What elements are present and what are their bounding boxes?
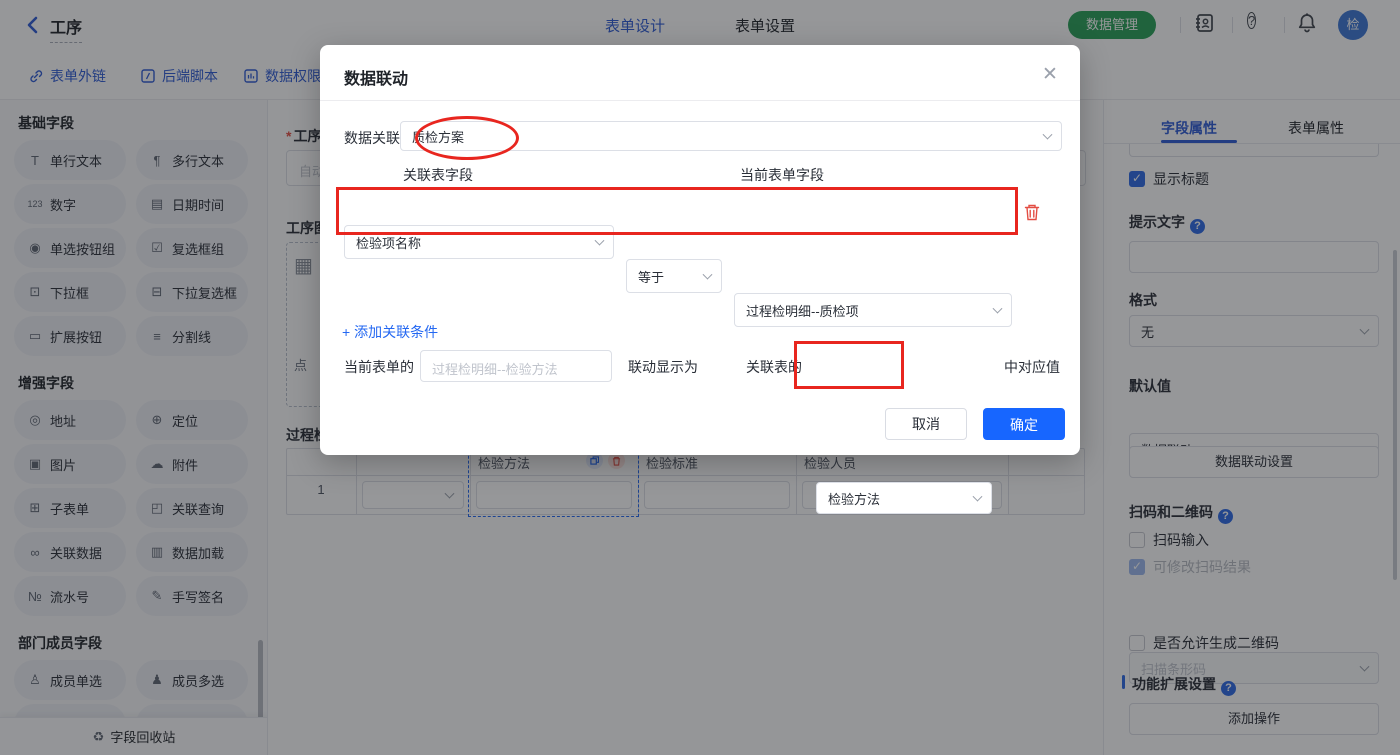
app-root: 工序 表单设计 表单设置 数据管理 ? 检 表单外链 后端脚本 数据权限 基础字… — [0, 0, 1400, 755]
delete-condition-icon[interactable] — [1024, 203, 1040, 226]
chevron-down-icon — [594, 235, 605, 246]
divider — [320, 100, 1080, 101]
confirm-button[interactable]: 确定 — [983, 408, 1065, 440]
related-field-select[interactable]: 检验方法 — [816, 482, 992, 514]
chevron-down-icon — [992, 303, 1003, 314]
cancel-button[interactable]: 取消 — [885, 408, 967, 440]
data-linkage-modal: 数据联动 ✕ 数据关联表 质检方案 关联表字段 当前表单字段 检验项名称 等于 … — [320, 45, 1080, 514]
condition-operator-select[interactable]: 等于 — [626, 259, 722, 293]
related-field-column-header: 关联表字段 — [403, 167, 473, 183]
chevron-down-icon — [1042, 129, 1053, 140]
modal-title: 数据联动 — [344, 71, 409, 88]
link-table-select[interactable]: 质检方案 — [400, 121, 1062, 151]
add-condition-link[interactable]: + 添加关联条件 — [342, 322, 438, 342]
display-as-label: 联动显示为 — [628, 359, 698, 375]
current-form-column-header: 当前表单字段 — [740, 167, 824, 183]
related-table-label: 关联表的 — [746, 359, 802, 375]
suffix-label: 中对应值 — [1004, 359, 1060, 375]
current-form-label: 当前表单的 — [344, 359, 414, 375]
condition-target-select[interactable]: 过程检明细--质检项 — [734, 293, 1012, 327]
chevron-down-icon — [702, 269, 713, 280]
current-form-field-input[interactable]: 过程检明细--检验方法 — [420, 350, 612, 382]
condition-field-select[interactable]: 检验项名称 — [344, 225, 614, 259]
chevron-down-icon — [972, 491, 983, 502]
close-icon[interactable]: ✕ — [1038, 63, 1062, 87]
